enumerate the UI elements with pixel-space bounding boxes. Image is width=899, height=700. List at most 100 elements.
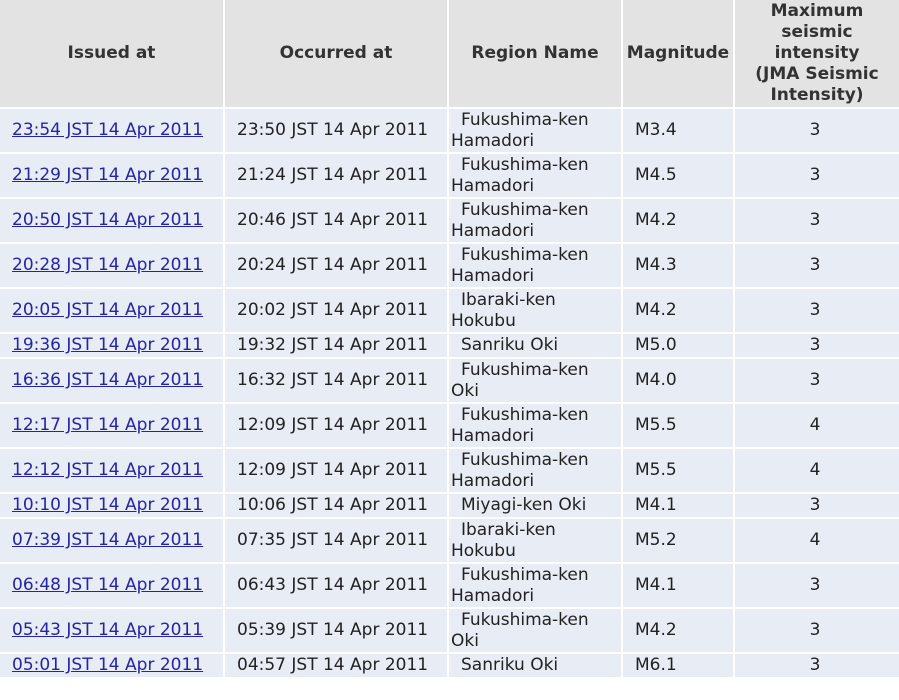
table-row: 12:17 JST 14 Apr 2011 12:09 JST 14 Apr 2… bbox=[0, 402, 899, 448]
issued-link[interactable]: 05:01 JST 14 Apr 2011 bbox=[12, 655, 203, 675]
issued-link[interactable]: 23:54 JST 14 Apr 2011 bbox=[12, 120, 203, 140]
region-cell: Fukushima-ken Hamadori bbox=[448, 447, 623, 493]
issued-cell: 06:48 JST 14 Apr 2011 bbox=[0, 562, 225, 608]
issued-cell: 23:54 JST 14 Apr 2011 bbox=[0, 107, 225, 153]
occurred-cell: 23:50 JST 14 Apr 2011 bbox=[224, 107, 449, 153]
occurred-cell: 16:32 JST 14 Apr 2011 bbox=[224, 357, 449, 403]
magnitude-cell: M5.0 bbox=[622, 332, 735, 358]
magnitude-cell: M5.2 bbox=[622, 517, 735, 563]
issued-link[interactable]: 19:36 JST 14 Apr 2011 bbox=[12, 335, 203, 355]
region-cell: Fukushima-ken Hamadori bbox=[448, 107, 623, 153]
issued-link[interactable]: 12:17 JST 14 Apr 2011 bbox=[12, 415, 203, 435]
region-cell: Fukushima-ken Oki bbox=[448, 357, 623, 403]
intensity-cell: 4 bbox=[734, 402, 899, 448]
magnitude-cell: M4.2 bbox=[622, 287, 735, 333]
magnitude-cell: M4.0 bbox=[622, 357, 735, 403]
intensity-cell: 3 bbox=[734, 652, 899, 677]
intensity-cell: 3 bbox=[734, 357, 899, 403]
header-intensity-line: Intensity) bbox=[770, 85, 864, 105]
region-cell: Sanriku Oki bbox=[448, 332, 623, 358]
issued-cell: 05:43 JST 14 Apr 2011 bbox=[0, 607, 225, 653]
occurred-cell: 20:02 JST 14 Apr 2011 bbox=[224, 287, 449, 333]
intensity-cell: 3 bbox=[734, 287, 899, 333]
intensity-cell: 3 bbox=[734, 107, 899, 153]
issued-cell: 20:28 JST 14 Apr 2011 bbox=[0, 242, 225, 288]
header-occurred-at: Occurred at bbox=[224, 0, 449, 108]
issued-cell: 12:17 JST 14 Apr 2011 bbox=[0, 402, 225, 448]
table-row: 19:36 JST 14 Apr 2011 19:32 JST 14 Apr 2… bbox=[0, 332, 899, 358]
magnitude-cell: M4.5 bbox=[622, 152, 735, 198]
issued-cell: 05:01 JST 14 Apr 2011 bbox=[0, 652, 225, 677]
occurred-cell: 04:57 JST 14 Apr 2011 bbox=[224, 652, 449, 677]
issued-cell: 12:12 JST 14 Apr 2011 bbox=[0, 447, 225, 493]
issued-link[interactable]: 16:36 JST 14 Apr 2011 bbox=[12, 370, 203, 390]
issued-cell: 21:29 JST 14 Apr 2011 bbox=[0, 152, 225, 198]
issued-link[interactable]: 21:29 JST 14 Apr 2011 bbox=[12, 165, 203, 185]
table-row: 07:39 JST 14 Apr 2011 07:35 JST 14 Apr 2… bbox=[0, 517, 899, 563]
region-cell: Fukushima-ken Hamadori bbox=[448, 242, 623, 288]
intensity-cell: 3 bbox=[734, 607, 899, 653]
intensity-cell: 4 bbox=[734, 447, 899, 493]
header-intensity-line: (JMA Seismic bbox=[755, 64, 879, 84]
table-header: Issued at Occurred at Region Name Magnit… bbox=[0, 0, 899, 108]
magnitude-cell: M4.1 bbox=[622, 492, 735, 518]
table-row: 06:48 JST 14 Apr 2011 06:43 JST 14 Apr 2… bbox=[0, 562, 899, 608]
issued-link[interactable]: 10:10 JST 14 Apr 2011 bbox=[12, 495, 203, 515]
intensity-cell: 3 bbox=[734, 562, 899, 608]
table-row: 12:12 JST 14 Apr 2011 12:09 JST 14 Apr 2… bbox=[0, 447, 899, 493]
magnitude-cell: M5.5 bbox=[622, 402, 735, 448]
header-row: Issued at Occurred at Region Name Magnit… bbox=[0, 0, 899, 108]
magnitude-cell: M6.1 bbox=[622, 652, 735, 677]
table-row: 20:50 JST 14 Apr 2011 20:46 JST 14 Apr 2… bbox=[0, 197, 899, 243]
table-row: 10:10 JST 14 Apr 2011 10:06 JST 14 Apr 2… bbox=[0, 492, 899, 518]
header-max-intensity: Maximum seismic intensity (JMA Seismic I… bbox=[734, 0, 899, 108]
issued-link[interactable]: 07:39 JST 14 Apr 2011 bbox=[12, 530, 203, 550]
region-cell: Fukushima-ken Hamadori bbox=[448, 562, 623, 608]
issued-link[interactable]: 20:50 JST 14 Apr 2011 bbox=[12, 210, 203, 230]
occurred-cell: 12:09 JST 14 Apr 2011 bbox=[224, 447, 449, 493]
header-magnitude: Magnitude bbox=[622, 0, 735, 108]
table-row: 05:43 JST 14 Apr 2011 05:39 JST 14 Apr 2… bbox=[0, 607, 899, 653]
occurred-cell: 20:24 JST 14 Apr 2011 bbox=[224, 242, 449, 288]
issued-cell: 20:05 JST 14 Apr 2011 bbox=[0, 287, 225, 333]
region-cell: Ibaraki-ken Hokubu bbox=[448, 517, 623, 563]
region-cell: Fukushima-ken Hamadori bbox=[448, 152, 623, 198]
issued-cell: 20:50 JST 14 Apr 2011 bbox=[0, 197, 225, 243]
header-region-name: Region Name bbox=[448, 0, 623, 108]
intensity-cell: 4 bbox=[734, 517, 899, 563]
occurred-cell: 10:06 JST 14 Apr 2011 bbox=[224, 492, 449, 518]
region-cell: Miyagi-ken Oki bbox=[448, 492, 623, 518]
issued-link[interactable]: 06:48 JST 14 Apr 2011 bbox=[12, 575, 203, 595]
table-row: 16:36 JST 14 Apr 2011 16:32 JST 14 Apr 2… bbox=[0, 357, 899, 403]
magnitude-cell: M4.2 bbox=[622, 197, 735, 243]
table-body: 23:54 JST 14 Apr 2011 23:50 JST 14 Apr 2… bbox=[0, 107, 899, 677]
occurred-cell: 19:32 JST 14 Apr 2011 bbox=[224, 332, 449, 358]
issued-link[interactable]: 20:28 JST 14 Apr 2011 bbox=[12, 255, 203, 275]
intensity-cell: 3 bbox=[734, 197, 899, 243]
intensity-cell: 3 bbox=[734, 332, 899, 358]
issued-link[interactable]: 12:12 JST 14 Apr 2011 bbox=[12, 460, 203, 480]
occurred-cell: 12:09 JST 14 Apr 2011 bbox=[224, 402, 449, 448]
issued-cell: 16:36 JST 14 Apr 2011 bbox=[0, 357, 225, 403]
issued-cell: 07:39 JST 14 Apr 2011 bbox=[0, 517, 225, 563]
magnitude-cell: M5.5 bbox=[622, 447, 735, 493]
region-cell: Fukushima-ken Hamadori bbox=[448, 402, 623, 448]
issued-link[interactable]: 05:43 JST 14 Apr 2011 bbox=[12, 620, 203, 640]
table-row: 20:28 JST 14 Apr 2011 20:24 JST 14 Apr 2… bbox=[0, 242, 899, 288]
intensity-cell: 3 bbox=[734, 242, 899, 288]
intensity-cell: 3 bbox=[734, 492, 899, 518]
magnitude-cell: M4.2 bbox=[622, 607, 735, 653]
occurred-cell: 21:24 JST 14 Apr 2011 bbox=[224, 152, 449, 198]
table-row: 21:29 JST 14 Apr 2011 21:24 JST 14 Apr 2… bbox=[0, 152, 899, 198]
occurred-cell: 07:35 JST 14 Apr 2011 bbox=[224, 517, 449, 563]
header-intensity-line: intensity bbox=[774, 43, 860, 63]
occurred-cell: 05:39 JST 14 Apr 2011 bbox=[224, 607, 449, 653]
issued-link[interactable]: 20:05 JST 14 Apr 2011 bbox=[12, 300, 203, 320]
magnitude-cell: M3.4 bbox=[622, 107, 735, 153]
magnitude-cell: M4.1 bbox=[622, 562, 735, 608]
table-row: 23:54 JST 14 Apr 2011 23:50 JST 14 Apr 2… bbox=[0, 107, 899, 153]
region-cell: Ibaraki-ken Hokubu bbox=[448, 287, 623, 333]
table-row: 20:05 JST 14 Apr 2011 20:02 JST 14 Apr 2… bbox=[0, 287, 899, 333]
occurred-cell: 20:46 JST 14 Apr 2011 bbox=[224, 197, 449, 243]
intensity-cell: 3 bbox=[734, 152, 899, 198]
